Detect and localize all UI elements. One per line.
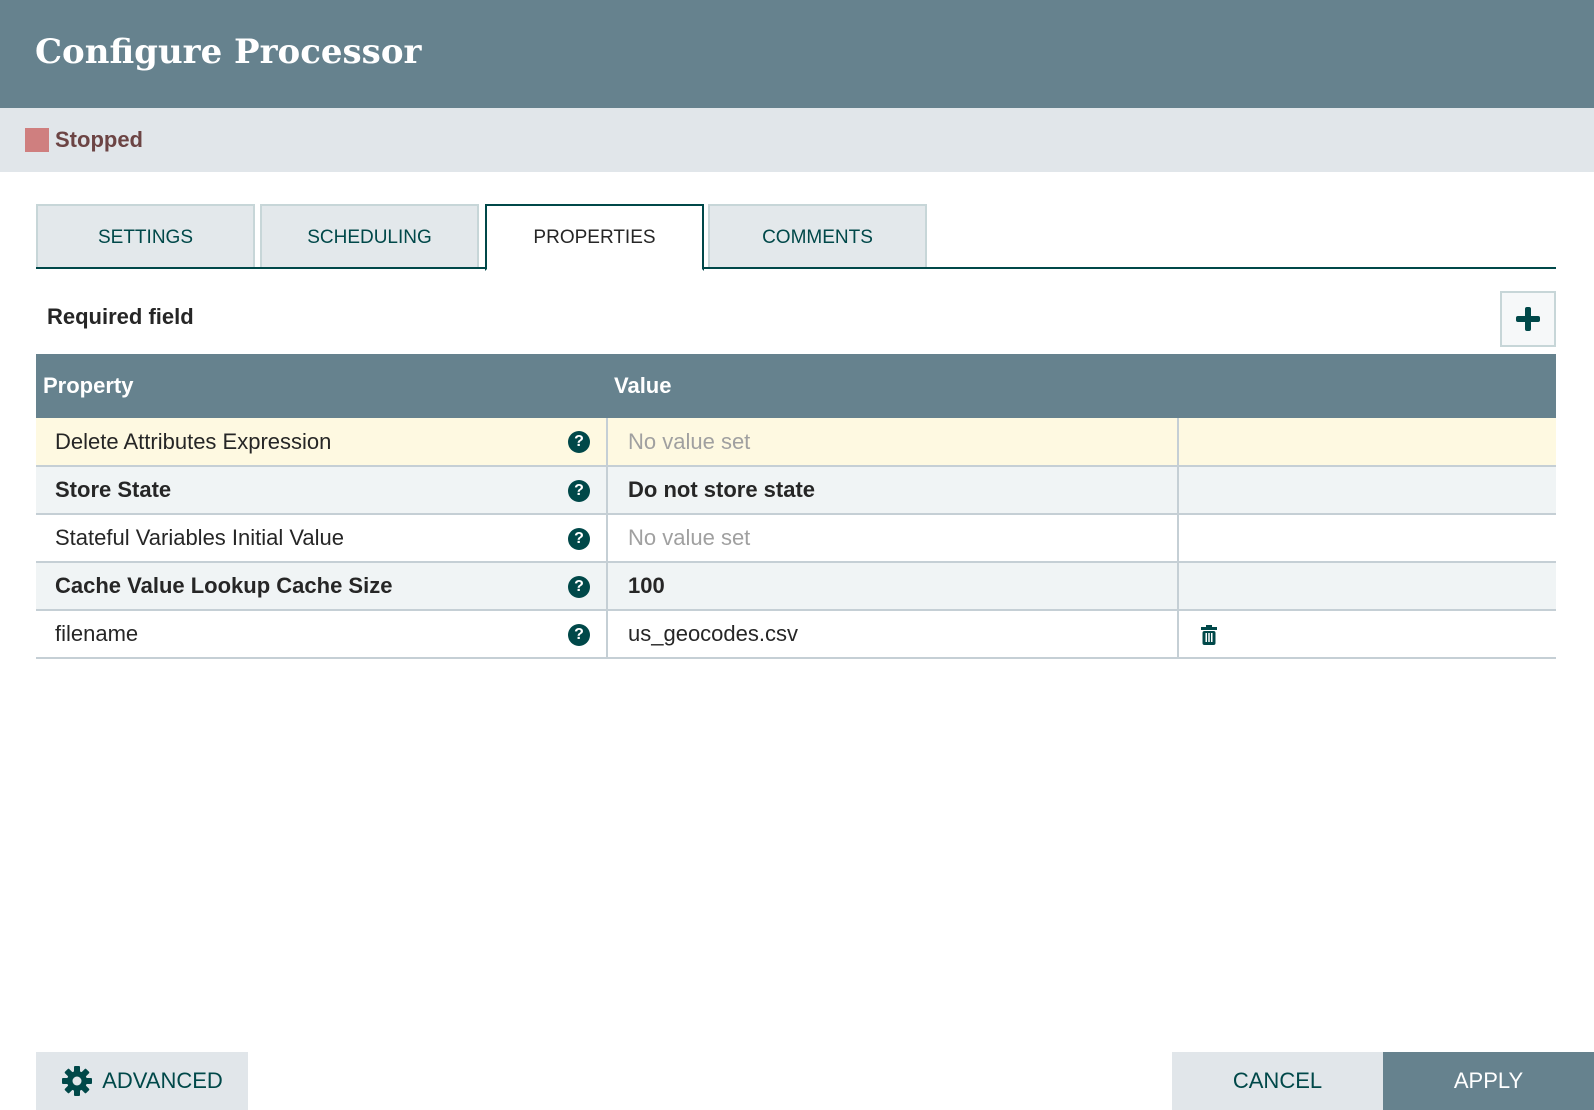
property-value-cell[interactable]: us_geocodes.csv bbox=[606, 610, 1178, 659]
tab-settings[interactable]: SETTINGS bbox=[36, 204, 255, 269]
column-header-value: Value bbox=[607, 354, 1556, 418]
trash-icon[interactable] bbox=[1201, 625, 1217, 646]
add-property-button[interactable] bbox=[1500, 291, 1556, 347]
property-name: Cache Value Lookup Cache Size bbox=[55, 573, 393, 598]
property-value: 100 bbox=[628, 573, 665, 598]
run-status: Stopped bbox=[0, 108, 1594, 172]
required-field-label: Required field bbox=[47, 304, 194, 329]
property-name-cell: Stateful Variables Initial Value? bbox=[36, 514, 607, 563]
stopped-icon bbox=[25, 128, 49, 152]
tab-comments[interactable]: COMMENTS bbox=[708, 204, 927, 269]
help-icon[interactable]: ? bbox=[568, 431, 590, 453]
property-value-cell[interactable]: 100 bbox=[606, 562, 1178, 611]
help-icon[interactable]: ? bbox=[568, 624, 590, 646]
table-row[interactable]: Cache Value Lookup Cache Size? 100 bbox=[36, 562, 1556, 611]
tab-properties[interactable]: PROPERTIES bbox=[485, 204, 704, 271]
property-value: No value set bbox=[628, 525, 751, 550]
actions-cell bbox=[1177, 514, 1556, 563]
status-label: Stopped bbox=[55, 127, 143, 152]
property-value-cell[interactable]: Do not store state bbox=[606, 466, 1178, 515]
help-icon[interactable]: ? bbox=[568, 576, 590, 598]
property-name: Delete Attributes Expression bbox=[55, 428, 332, 454]
actions-cell bbox=[1177, 610, 1556, 659]
table-row[interactable]: Stateful Variables Initial Value? No val… bbox=[36, 514, 1556, 563]
gear-icon bbox=[62, 1066, 93, 1096]
property-value-cell[interactable]: No value set bbox=[606, 514, 1178, 563]
property-name: Stateful Variables Initial Value bbox=[55, 525, 345, 550]
cancel-button[interactable]: CANCEL bbox=[1172, 1052, 1383, 1110]
actions-cell bbox=[1177, 418, 1556, 467]
property-value-cell[interactable]: No value set bbox=[606, 418, 1178, 467]
property-name-cell: filename? bbox=[36, 610, 607, 659]
advanced-label: ADVANCED bbox=[102, 1068, 223, 1093]
property-name-cell: Cache Value Lookup Cache Size? bbox=[36, 562, 607, 611]
property-value: No value set bbox=[628, 428, 751, 454]
column-header-property: Property bbox=[36, 354, 607, 418]
apply-button[interactable]: APPLY bbox=[1383, 1052, 1594, 1110]
table-row[interactable]: filename? us_geocodes.csv bbox=[36, 610, 1556, 659]
tab-scheduling[interactable]: SCHEDULING bbox=[260, 204, 479, 269]
property-name: filename bbox=[55, 621, 139, 646]
plus-icon bbox=[1516, 307, 1540, 331]
table-row[interactable]: Store State? Do not store state bbox=[36, 466, 1556, 515]
actions-cell bbox=[1177, 562, 1556, 611]
help-icon[interactable]: ? bbox=[568, 480, 590, 502]
actions-cell bbox=[1177, 466, 1556, 515]
property-value: us_geocodes.csv bbox=[628, 621, 798, 646]
properties-table: Property Value Delete Attributes Express… bbox=[36, 354, 1556, 659]
property-name-cell: Store State? bbox=[36, 466, 607, 515]
property-name: Store State bbox=[55, 477, 172, 502]
property-value: Do not store state bbox=[628, 477, 816, 502]
tab-divider bbox=[36, 267, 1556, 269]
dialog-title: Configure Processor bbox=[0, 0, 1594, 108]
table-row[interactable]: Delete Attributes Expression? No value s… bbox=[36, 418, 1556, 467]
property-name-cell: Delete Attributes Expression? bbox=[36, 418, 607, 467]
help-icon[interactable]: ? bbox=[568, 528, 590, 550]
advanced-button[interactable]: ADVANCED bbox=[36, 1052, 248, 1110]
